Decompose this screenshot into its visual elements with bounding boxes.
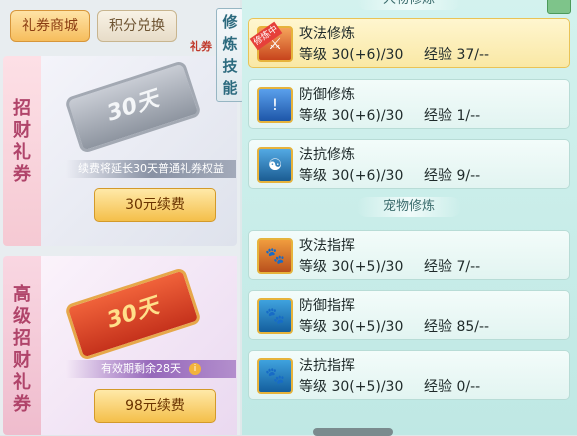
tab-points-exchange[interactable]: 积分兑换 xyxy=(97,10,177,42)
skill-level: 等级 30(+6)/30 xyxy=(299,47,404,63)
info-icon[interactable]: i xyxy=(189,363,201,375)
skill-name: 防御指挥 xyxy=(299,298,355,314)
skill-exp: 经验 0/-- xyxy=(424,379,481,395)
skill-panel-title-text: 修炼技能 xyxy=(222,13,238,97)
skill-exp: 经验 37/-- xyxy=(424,47,490,63)
shield-icon: ! xyxy=(257,87,293,123)
skill-row[interactable]: ⚔ 修炼中 攻法修炼 等级 30(+6)/30 经验 37/-- xyxy=(248,18,570,68)
skill-name: 法抗指挥 xyxy=(299,358,355,374)
tab-voucher-shop[interactable]: 礼券商城 xyxy=(10,10,90,42)
skill-exp: 经验 7/-- xyxy=(424,259,481,275)
renew-button[interactable]: 30元续费 xyxy=(94,188,216,222)
skill-name: 攻法指挥 xyxy=(299,238,355,254)
skill-row[interactable]: 🐾 法抗指挥 等级 30(+5)/30 经验 0/-- xyxy=(248,350,570,400)
card-title: 招财礼券 xyxy=(13,98,31,185)
skill-level: 等级 30(+5)/30 xyxy=(299,379,404,395)
renew-premium-button[interactable]: 98元续费 xyxy=(94,389,216,423)
skill-level: 等级 30(+6)/30 xyxy=(299,168,404,184)
skill-name: 攻法修炼 xyxy=(299,26,355,42)
skill-level: 等级 30(+6)/30 xyxy=(299,108,404,124)
paw-attack-icon: 🐾 xyxy=(257,238,293,274)
card-side-label: 招财礼券 xyxy=(3,56,41,246)
skill-exp: 经验 9/-- xyxy=(424,168,481,184)
skill-name: 法抗修炼 xyxy=(299,147,355,163)
skill-row[interactable]: ☯ 法抗修炼 等级 30(+6)/30 经验 9/-- xyxy=(248,139,570,189)
paw-defense-icon: 🐾 xyxy=(257,298,293,334)
skill-exp: 经验 1/-- xyxy=(424,108,481,124)
skill-name: 防御修炼 xyxy=(299,87,355,103)
yinyang-icon: ☯ xyxy=(257,147,293,183)
skill-panel-title: 修炼技能 xyxy=(216,8,244,102)
section-header-pet: 宠物修炼 xyxy=(357,197,461,217)
card-title: 高级招财礼券 xyxy=(13,284,31,415)
edit-icon[interactable] xyxy=(547,0,571,14)
skill-row[interactable]: 🐾 防御指挥 等级 30(+5)/30 经验 85/-- xyxy=(248,290,570,340)
card-side-label: 高级招财礼券 xyxy=(3,256,41,435)
skill-level: 等级 30(+5)/30 xyxy=(299,259,404,275)
card-description: 续费将延长30天普通礼券权益 xyxy=(66,160,236,178)
card-description: 有效期剩余28天 i xyxy=(66,360,236,378)
skill-exp: 经验 85/-- xyxy=(424,319,490,335)
voucher-badge: 礼券 xyxy=(190,40,212,53)
section-header-character: 人物修炼 xyxy=(357,0,461,10)
expiry-text: 有效期剩余28天 xyxy=(101,362,181,375)
skill-panel: 人物修炼 ⚔ 修炼中 攻法修炼 等级 30(+6)/30 经验 37/-- ! … xyxy=(242,0,577,435)
skill-row[interactable]: 🐾 攻法指挥 等级 30(+5)/30 经验 7/-- xyxy=(248,230,570,280)
paw-resist-icon: 🐾 xyxy=(257,358,293,394)
skill-row[interactable]: ! 防御修炼 等级 30(+6)/30 经验 1/-- xyxy=(248,79,570,129)
skill-level: 等级 30(+5)/30 xyxy=(299,319,404,335)
shop-panel: 礼券商城 积分兑换 礼券 招财礼券 30天 续费将延长30天普通礼券权益 30元… xyxy=(0,0,240,435)
